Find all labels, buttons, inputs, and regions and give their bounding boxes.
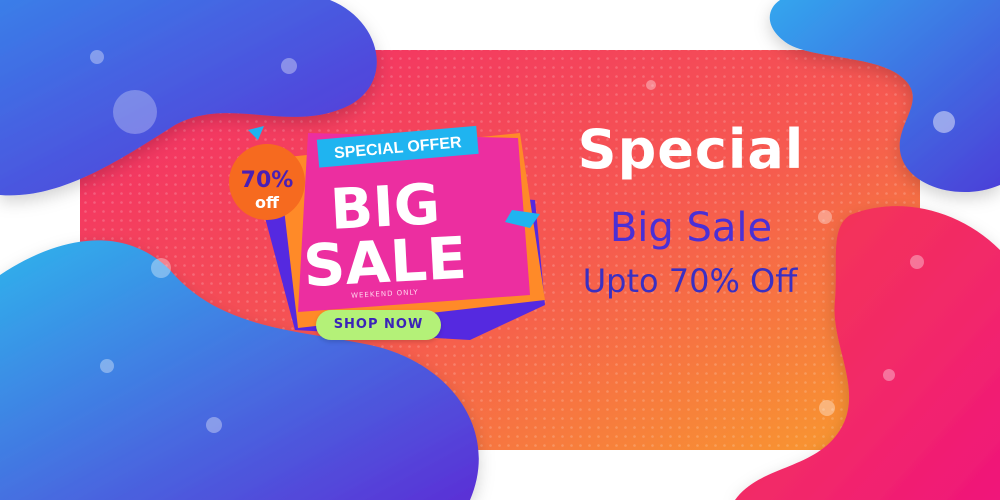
- discount-suffix: off: [255, 193, 280, 212]
- shop-now-button[interactable]: SHOP NOW: [316, 310, 441, 340]
- subline-upto-off: Upto 70% Off: [582, 262, 798, 300]
- sale-banner-graphic: SPECIAL OFFER BIG SALE WEEKEND ONLY 70% …: [0, 0, 1000, 500]
- sale-text: SALE: [302, 224, 469, 300]
- headline-special: Special: [577, 118, 805, 181]
- discount-badge: 70% off: [229, 144, 305, 220]
- discount-percent: 70%: [241, 168, 294, 193]
- subline-big-sale: Big Sale: [609, 205, 773, 251]
